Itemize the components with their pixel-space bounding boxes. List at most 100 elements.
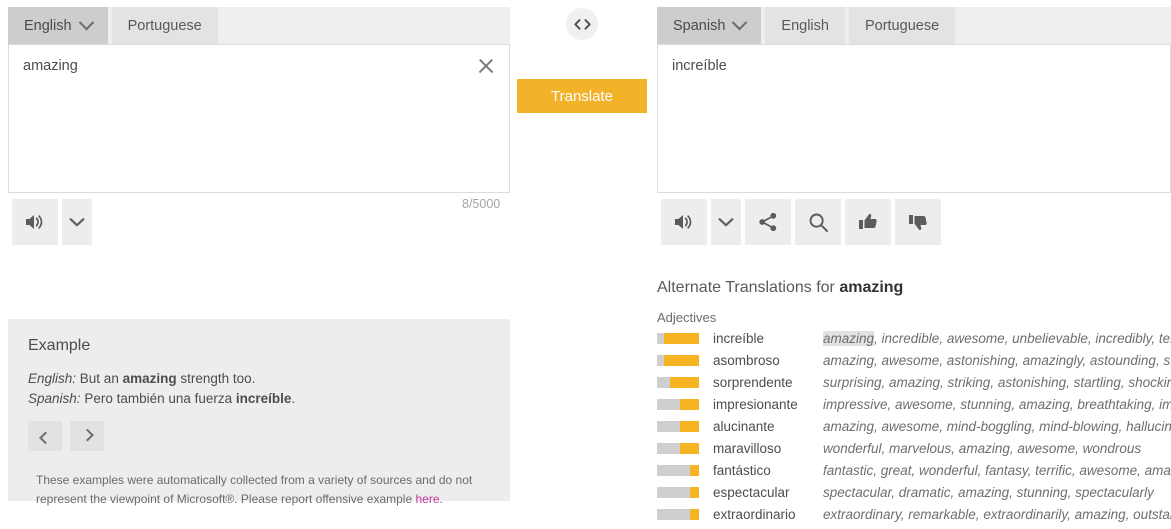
alternate-translation-row[interactable]: fantástico fantastic, great, wonderful, f…	[657, 459, 1171, 481]
swap-languages-icon	[573, 18, 591, 30]
character-counter: 8/5000	[462, 197, 501, 211]
disclaimer-text: These examples were automatically collec…	[36, 473, 473, 506]
confidence-bar-fill	[664, 354, 699, 366]
example-spanish-line: Spanish: Pero también una fuerza increíb…	[28, 389, 295, 409]
report-offensive-link[interactable]: here	[415, 492, 439, 506]
alternate-synonyms: spectacular, dramatic, amazing, stunning…	[823, 484, 1154, 500]
swap-languages-button[interactable]	[566, 8, 598, 40]
alternate-synonyms: wonderful, marvelous, amazing, awesome, …	[823, 440, 1142, 456]
confidence-bar-fill	[689, 508, 699, 520]
confidence-bar	[657, 486, 699, 498]
dictionary-search-button[interactable]	[795, 199, 841, 245]
example-spanish-pre: Pero también una fuerza	[84, 391, 236, 407]
example-spanish-label: Spanish:	[28, 391, 81, 407]
confidence-bar-fill	[669, 376, 699, 388]
confidence-bar	[657, 508, 699, 520]
source-listen-button[interactable]	[12, 199, 58, 245]
share-icon	[759, 212, 777, 232]
chevron-down-icon	[732, 14, 748, 31]
source-toolbar	[12, 199, 92, 245]
confidence-bar-fill	[680, 420, 699, 432]
thumbs-down-button[interactable]	[895, 199, 941, 245]
target-tab-spanish-label: Spanish	[673, 17, 726, 34]
alternate-word: espectacular	[713, 484, 790, 500]
alternate-word: sorprendente	[713, 374, 793, 390]
example-disclaimer: These examples were automatically collec…	[36, 471, 506, 508]
alternate-translations-list: increíble amazing, incredible, awesome, u…	[657, 327, 1171, 525]
speaker-icon	[26, 215, 43, 229]
alternate-word: maravilloso	[713, 440, 782, 456]
alternate-word: increíble	[713, 330, 765, 346]
target-tab-english[interactable]: English	[765, 7, 845, 44]
example-english-pre: But an	[79, 371, 123, 386]
synonym-highlight: amazing	[823, 330, 875, 346]
source-tab-portuguese[interactable]: Portuguese	[111, 7, 218, 44]
alternate-synonyms: amazing, awesome, mind-boggling, mind-bl…	[823, 418, 1171, 434]
source-text: amazing	[23, 58, 78, 74]
target-tab-spanish[interactable]: Spanish	[657, 7, 762, 44]
confidence-bar	[657, 376, 699, 388]
alternate-translations-heading: Alternate Translations for amazing	[657, 279, 903, 297]
example-spanish-post: .	[291, 391, 296, 407]
search-icon	[809, 213, 828, 232]
chevron-right-icon	[80, 428, 94, 441]
alternate-heading-prefix: Alternate Translations for	[657, 279, 840, 296]
target-listen-options-button[interactable]	[711, 199, 741, 245]
alternate-synonyms: amazing, awesome, astonishing, amazingly…	[823, 352, 1171, 368]
alternate-synonyms: extraordinary, remarkable, extraordinari…	[823, 506, 1171, 522]
target-language-tabstrip: Spanish English Portuguese	[657, 7, 1171, 44]
thumbs-up-icon	[858, 213, 877, 229]
thumbs-up-button[interactable]	[845, 199, 891, 245]
confidence-bar-fill	[680, 442, 699, 454]
alternate-word: alucinante	[713, 418, 775, 434]
confidence-bar-fill	[680, 398, 699, 410]
example-spanish-bold: increíble	[235, 391, 292, 407]
share-button[interactable]	[745, 199, 791, 245]
example-card: Example English: But an amazing strength…	[8, 319, 510, 506]
example-sentences: English: But an amazing strength too. Sp…	[28, 369, 295, 410]
alternate-heading-term: amazing	[839, 279, 904, 296]
alternate-translation-row[interactable]: alucinante amazing, awesome, mind-bogglin…	[657, 415, 1171, 437]
alternate-translation-row[interactable]: extraordinario extraordinary, remarkable,…	[657, 503, 1171, 525]
alternate-synonyms: fantastic, great, wonderful, fantasy, te…	[823, 462, 1171, 478]
example-next-button[interactable]	[70, 421, 104, 451]
confidence-bar	[657, 332, 699, 344]
example-prev-button[interactable]	[28, 421, 62, 451]
alternate-synonyms: surprising, amazing, striking, astonishi…	[823, 374, 1171, 390]
target-tab-portuguese[interactable]: Portuguese	[848, 7, 956, 44]
source-listen-options-button[interactable]	[62, 199, 92, 245]
alternate-word: impresionante	[713, 396, 798, 412]
example-english-line: English: But an amazing strength too.	[28, 369, 295, 389]
source-textarea[interactable]: amazing	[8, 44, 510, 193]
confidence-bar-fill	[689, 464, 699, 476]
disclaimer-period: .	[439, 491, 443, 506]
source-tab-portuguese-label: Portuguese	[127, 17, 202, 34]
alternate-translation-row[interactable]: espectacular spectacular, dramatic, amazi…	[657, 481, 1171, 503]
target-listen-button[interactable]	[661, 199, 707, 245]
source-tab-english[interactable]: English	[8, 7, 108, 44]
confidence-bar	[657, 464, 699, 476]
target-toolbar	[661, 199, 941, 245]
alternate-synonyms: amazing, incredible, awesome, unbelievab…	[823, 330, 1171, 346]
alternate-translation-row[interactable]: impresionante impressive, awesome, stunni…	[657, 393, 1171, 415]
target-tab-english-label: English	[781, 17, 829, 34]
alternate-translation-row[interactable]: sorprendente surprising, amazing, strikin…	[657, 371, 1171, 393]
chevron-left-icon	[38, 431, 52, 444]
target-text: increíble	[672, 58, 727, 74]
chevron-down-icon	[78, 14, 94, 31]
alternate-word: extraordinario	[713, 506, 796, 522]
source-language-tabstrip: English Portuguese	[8, 7, 510, 44]
alternate-translation-row[interactable]: maravilloso wonderful, marvelous, amazing…	[657, 437, 1171, 459]
alternate-word: asombroso	[713, 352, 780, 368]
alternate-translation-row[interactable]: increíble amazing, incredible, awesome, u…	[657, 327, 1171, 349]
alternate-translation-row[interactable]: asombroso amazing, awesome, astonishing, …	[657, 349, 1171, 371]
example-english-label: English:	[28, 371, 77, 386]
example-english-bold: amazing	[122, 371, 177, 386]
example-english-post: strength too.	[176, 371, 256, 386]
clear-source-icon[interactable]	[475, 55, 497, 77]
speaker-icon	[675, 215, 692, 229]
confidence-bar-fill	[664, 332, 699, 344]
source-tab-english-label: English	[24, 17, 72, 34]
example-navigation	[28, 421, 104, 451]
translate-button[interactable]: Translate	[517, 79, 647, 113]
